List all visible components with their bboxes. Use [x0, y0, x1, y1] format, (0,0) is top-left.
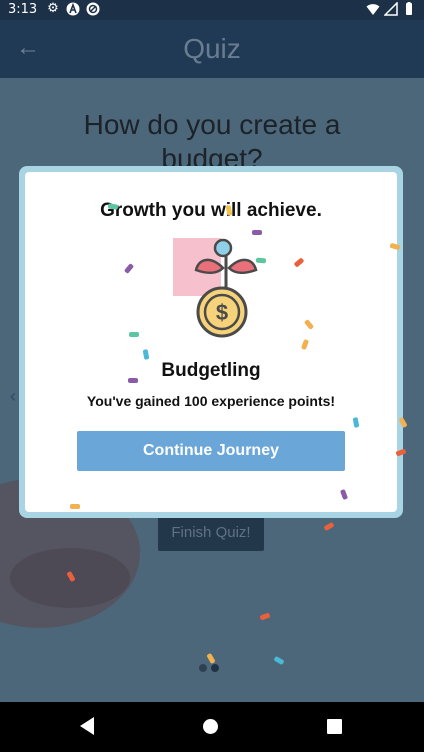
- status-bar: 3:13 ⚙: [0, 0, 424, 20]
- wifi-icon: [366, 2, 380, 16]
- status-time: 3:13: [8, 2, 38, 17]
- continue-journey-button[interactable]: Continue Journey: [77, 431, 345, 471]
- battery-icon: [402, 2, 416, 16]
- page-title: Quiz: [183, 33, 241, 64]
- recents-square-icon[interactable]: [327, 719, 342, 734]
- back-triangle-icon[interactable]: [80, 717, 94, 735]
- svg-text:$: $: [216, 300, 228, 325]
- system-nav-bar: [0, 702, 424, 752]
- dialog-title: Growth you will achieve.: [100, 200, 322, 221]
- a-icon: [66, 2, 80, 16]
- home-circle-icon[interactable]: [203, 719, 218, 734]
- xp-message: You've gained 100 experience points!: [86, 393, 336, 409]
- status-icons-left: ⚙: [46, 2, 100, 16]
- confetti-piece: [128, 378, 138, 383]
- gear-icon: ⚙: [47, 1, 59, 16]
- confetti-piece: [255, 257, 267, 264]
- achievement-dialog: Growth you will achieve. $ Budgetling Yo…: [25, 172, 397, 512]
- status-icons-right: [366, 1, 416, 16]
- confetti-piece: [70, 504, 80, 509]
- confetti-piece: [129, 332, 139, 337]
- confetti-piece: [252, 230, 262, 235]
- badge-name: Budgetling: [161, 360, 261, 381]
- blocked-icon: [86, 2, 100, 16]
- app-bar: ← Quiz: [0, 20, 424, 78]
- money-plant-icon: $: [171, 238, 281, 338]
- signal-icon: [383, 1, 398, 16]
